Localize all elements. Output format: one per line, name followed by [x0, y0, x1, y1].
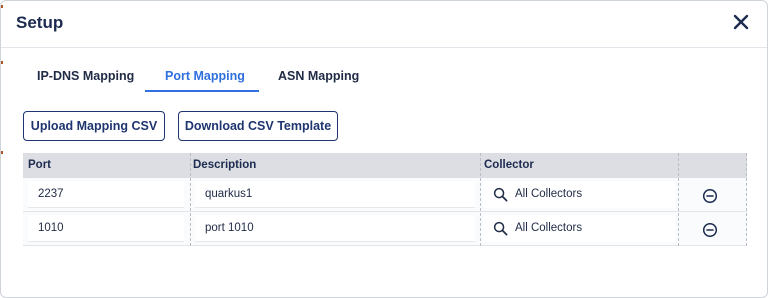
edge-mark [1, 151, 3, 154]
column-divider [190, 153, 191, 246]
search-icon [493, 221, 508, 236]
tab-ip-dns-mapping[interactable]: IP-DNS Mapping [37, 63, 134, 91]
minus-circle-icon [702, 188, 718, 204]
port-mapping-table: Port Description Collector 2237 quarkus1… [23, 153, 747, 246]
active-tab-indicator [145, 90, 259, 92]
port-input[interactable]: 2237 [28, 181, 184, 208]
column-divider [678, 153, 679, 246]
table-row: 1010 port 1010 All Collectors [23, 212, 747, 246]
column-header-collector: Collector [484, 159, 534, 171]
minus-circle-icon [702, 222, 718, 238]
table-row: 2237 quarkus1 All Collectors [23, 178, 747, 212]
dialog-title: Setup [16, 13, 64, 32]
edge-mark [1, 61, 3, 64]
collector-select[interactable]: All Collectors [483, 215, 675, 242]
collector-value: All Collectors [515, 222, 583, 234]
column-header-description: Description [193, 159, 257, 171]
close-button[interactable] [729, 10, 753, 34]
remove-row-button[interactable] [702, 188, 718, 204]
dialog-header: Setup [1, 1, 767, 48]
column-divider [746, 153, 747, 246]
download-csv-template-button[interactable]: Download CSV Template [178, 111, 338, 141]
close-icon [733, 14, 749, 30]
column-header-port: Port [28, 159, 51, 171]
description-input[interactable]: quarkus1 [195, 181, 475, 208]
remove-row-button[interactable] [702, 222, 718, 238]
upload-mapping-csv-button[interactable]: Upload Mapping CSV [23, 111, 165, 141]
description-input[interactable]: port 1010 [195, 215, 475, 242]
search-icon [493, 187, 508, 202]
tab-asn-mapping[interactable]: ASN Mapping [278, 63, 359, 91]
column-divider [480, 153, 481, 246]
collector-select[interactable]: All Collectors [483, 181, 675, 208]
setup-dialog: Setup IP-DNS Mapping Port Mapping ASN Ma… [0, 0, 768, 298]
port-input[interactable]: 1010 [28, 215, 184, 242]
table-header: Port Description Collector [23, 153, 747, 178]
collector-value: All Collectors [515, 188, 583, 200]
tab-port-mapping[interactable]: Port Mapping [165, 63, 245, 91]
